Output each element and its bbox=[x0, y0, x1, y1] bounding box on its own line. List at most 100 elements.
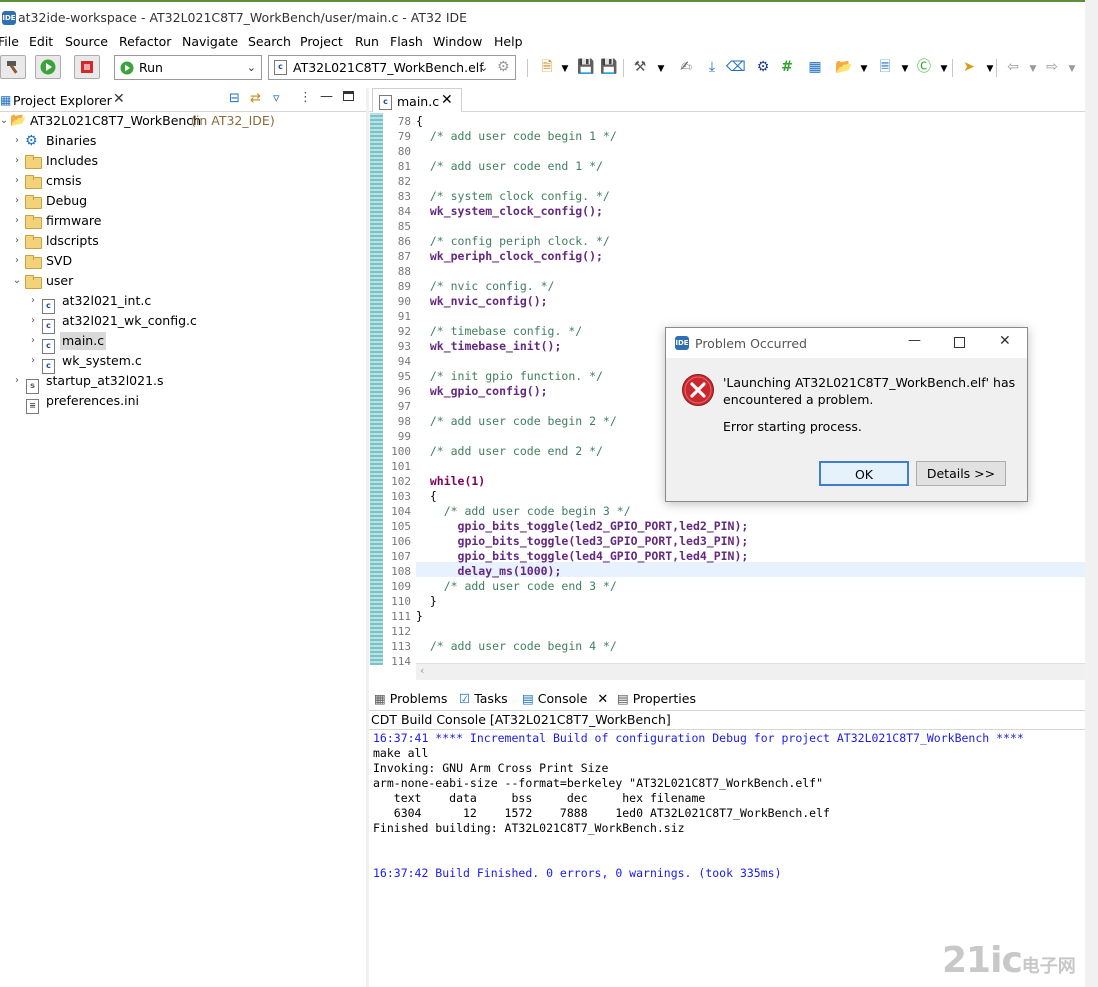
tab-problems[interactable]: ▦ Problems bbox=[374, 691, 447, 706]
window-edge bbox=[1085, 0, 1098, 987]
folder-icon bbox=[25, 231, 46, 251]
chevron-down-icon[interactable]: ▼ bbox=[1024, 61, 1042, 77]
minimize-icon[interactable]: — bbox=[320, 89, 333, 104]
link-editor-icon[interactable]: ⇄ bbox=[250, 91, 261, 106]
chevron-down-icon[interactable]: ▼ bbox=[935, 61, 953, 77]
new-c-file-icon[interactable]: 🗏 bbox=[876, 59, 894, 75]
menu-edit[interactable]: Edit bbox=[29, 34, 53, 49]
menu-refactor[interactable]: Refactor bbox=[119, 34, 171, 49]
line-number: 108 bbox=[391, 565, 411, 578]
view-menu-icon[interactable]: ⋮ bbox=[299, 90, 312, 105]
pin-icon[interactable]: ➤ bbox=[960, 59, 978, 75]
chevron-down-icon[interactable]: ▼ bbox=[855, 61, 873, 77]
filter-icon[interactable]: ▿ bbox=[273, 91, 280, 106]
chevron-right-icon[interactable]: › bbox=[28, 311, 38, 331]
build-hammer-button[interactable] bbox=[0, 55, 26, 79]
download-icon[interactable]: ⤓ bbox=[703, 59, 721, 75]
menu-flash[interactable]: Flash bbox=[390, 34, 423, 49]
launch-button[interactable] bbox=[35, 55, 61, 79]
app-icon: IDE bbox=[2, 11, 16, 25]
details-button[interactable]: Details >> bbox=[916, 461, 1006, 486]
includes-icon bbox=[25, 151, 46, 171]
menu-search[interactable]: Search bbox=[248, 34, 291, 49]
menu-project[interactable]: Project bbox=[300, 34, 343, 49]
chevron-down-icon[interactable]: ▼ bbox=[1063, 61, 1081, 77]
menu-source[interactable]: Source bbox=[65, 34, 108, 49]
menu-run[interactable]: Run bbox=[355, 34, 379, 49]
forward-arrow-icon[interactable]: ⇨ bbox=[1043, 59, 1061, 75]
code-line: wk_nvic_config(); bbox=[416, 294, 548, 308]
chevron-right-icon[interactable]: › bbox=[12, 231, 22, 251]
horizontal-scrollbar[interactable]: ‹ bbox=[416, 663, 1085, 680]
folder-icon bbox=[25, 251, 46, 271]
save-all-icon[interactable]: 💾 bbox=[600, 59, 618, 75]
debug-icon[interactable]: ✍ bbox=[677, 59, 695, 75]
tab-properties[interactable]: ▤ Properties bbox=[617, 691, 696, 706]
line-number: 102 bbox=[391, 475, 411, 488]
chevron-right-icon[interactable]: › bbox=[12, 371, 22, 391]
collapse-all-icon[interactable]: ⊟ bbox=[229, 91, 240, 106]
hash-icon[interactable]: # bbox=[778, 59, 796, 75]
line-number: 92 bbox=[397, 325, 411, 338]
chevron-down-icon[interactable]: ⌄ bbox=[12, 271, 22, 291]
erase-icon[interactable]: ⌫ bbox=[726, 59, 746, 75]
menu-navigate[interactable]: Navigate bbox=[182, 34, 238, 49]
chevron-right-icon[interactable]: › bbox=[12, 131, 22, 151]
c-file-icon: c bbox=[274, 60, 287, 75]
chevron-right-icon[interactable]: › bbox=[12, 251, 22, 271]
chevron-right-icon[interactable]: › bbox=[12, 171, 22, 191]
close-icon[interactable]: ✕ bbox=[113, 91, 125, 107]
menu-window[interactable]: Window bbox=[433, 34, 482, 49]
build-icon[interactable]: ⚒ bbox=[631, 59, 649, 75]
folder-icon bbox=[25, 211, 46, 231]
line-number: 95 bbox=[397, 370, 411, 383]
chip-icon[interactable]: ▦ bbox=[806, 59, 824, 75]
open-type-icon[interactable]: 📂 bbox=[835, 59, 853, 75]
scroll-left-icon[interactable]: ‹ bbox=[420, 664, 424, 677]
back-arrow-icon[interactable]: ⇦ bbox=[1004, 59, 1022, 75]
chevron-down-icon[interactable]: ▼ bbox=[652, 61, 670, 77]
chevron-right-icon[interactable]: › bbox=[12, 211, 22, 231]
chevron-right-icon[interactable]: › bbox=[28, 351, 38, 371]
settings-gear-icon[interactable]: ⚙ bbox=[754, 59, 772, 75]
console-line: arm-none-eabi-size --format=berkeley "AT… bbox=[373, 776, 824, 790]
launch-target-select[interactable]: c AT32L021C8T7_WorkBench.elf ⌄ ⚙ bbox=[268, 55, 516, 80]
tab-problems-label: Problems bbox=[389, 691, 448, 706]
chevron-down-icon[interactable]: ▼ bbox=[556, 61, 574, 77]
maximize-icon[interactable] bbox=[343, 91, 354, 101]
watermark-logo: 21ic电子网 bbox=[942, 940, 1076, 981]
gear-icon[interactable]: ⚙ bbox=[497, 56, 510, 79]
dialog-title-bar[interactable]: IDE Problem Occurred — ✕ bbox=[666, 328, 1027, 358]
new-class-icon[interactable]: Ⓒ bbox=[915, 59, 933, 75]
chevron-right-icon[interactable]: › bbox=[28, 291, 38, 311]
launch-mode-select[interactable]: Run ⌄ bbox=[114, 55, 262, 80]
c-file-icon: c bbox=[42, 351, 59, 374]
tab-console[interactable]: ▤ Console ✕ bbox=[522, 691, 608, 707]
new-file-icon[interactable]: 🗎 bbox=[538, 59, 556, 75]
chevron-right-icon[interactable]: › bbox=[28, 331, 38, 351]
project-explorer-tab[interactable]: ▦ Project Explorer ✕ ⊟ ⇄ ▿ ⋮ — bbox=[0, 88, 366, 112]
line-number: 97 bbox=[397, 400, 411, 413]
minimize-icon[interactable]: — bbox=[908, 333, 921, 348]
chevron-right-icon[interactable]: › bbox=[12, 191, 22, 211]
line-number: 94 bbox=[397, 355, 411, 368]
stop-button[interactable] bbox=[74, 55, 100, 79]
chevron-down-icon[interactable]: ▼ bbox=[896, 61, 914, 77]
close-icon[interactable]: ✕ bbox=[441, 92, 453, 108]
code-line: /* add user code begin 4 */ bbox=[416, 639, 617, 653]
close-icon[interactable]: ✕ bbox=[999, 333, 1011, 349]
chevron-down-icon[interactable]: ⌄ bbox=[0, 111, 9, 131]
chevron-right-icon[interactable]: › bbox=[12, 151, 22, 171]
ok-button[interactable]: OK bbox=[819, 461, 909, 486]
maximize-icon[interactable] bbox=[954, 337, 965, 348]
dialog-message-line1: 'Launching AT32L021C8T7_WorkBench.elf' h… bbox=[723, 375, 1016, 390]
tree-file-label: at32l021_wk_config.c bbox=[62, 313, 197, 328]
menu-help[interactable]: Help bbox=[494, 34, 523, 49]
save-icon[interactable]: 💾 bbox=[577, 59, 595, 75]
code-line: wk_timebase_init(); bbox=[416, 339, 562, 353]
tree-item-label: SVD bbox=[46, 253, 73, 268]
menu-file[interactable]: File bbox=[0, 34, 19, 49]
tab-main-c[interactable]: c main.c ✕ bbox=[372, 88, 462, 112]
close-icon[interactable]: ✕ bbox=[597, 692, 608, 707]
tab-tasks[interactable]: ☑ Tasks bbox=[459, 691, 508, 706]
